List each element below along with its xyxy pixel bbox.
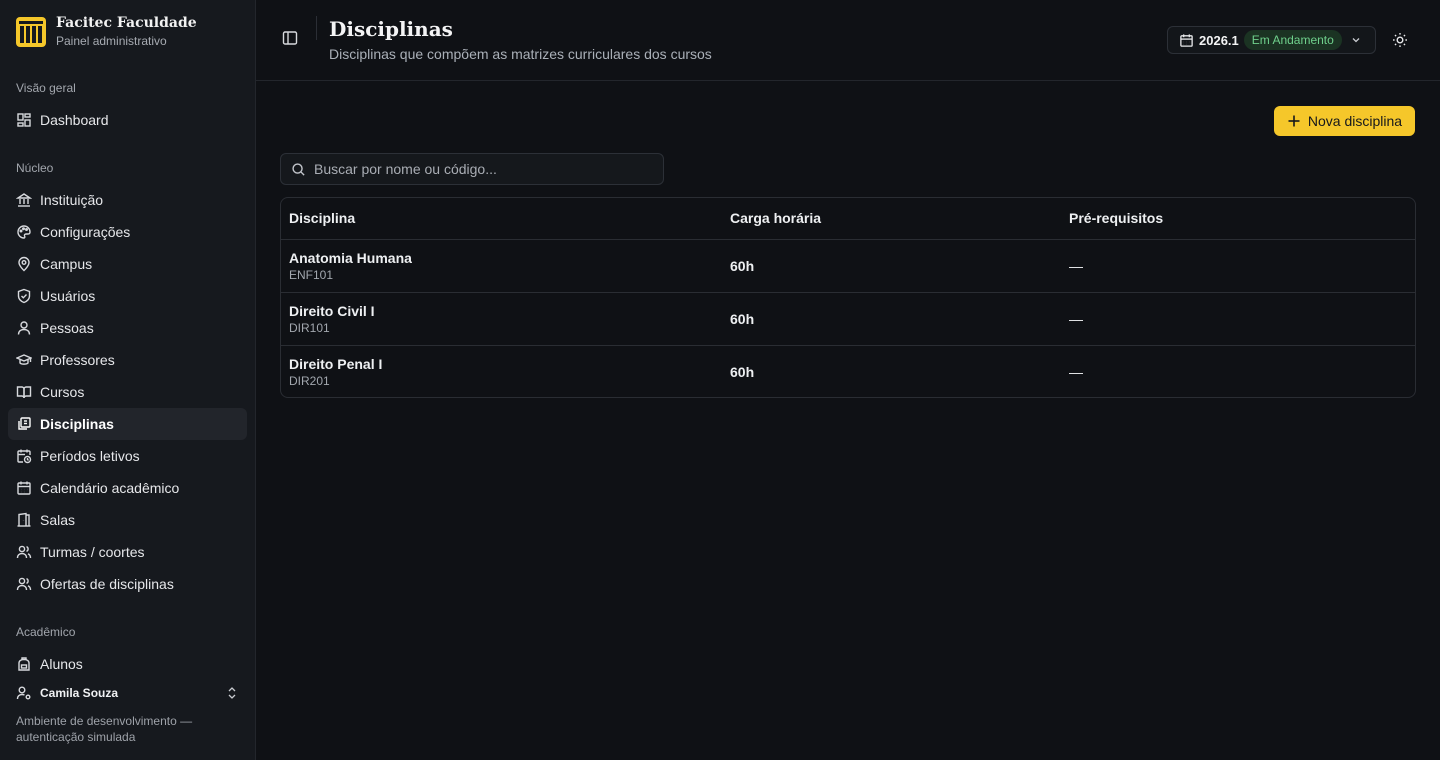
map-pin-icon bbox=[18, 256, 30, 272]
sidebar-item-professores[interactable]: Professores bbox=[8, 344, 247, 376]
sidebar-item-usuarios[interactable]: Usuários bbox=[8, 280, 247, 312]
sidebar-item-label: Períodos letivos bbox=[40, 448, 140, 464]
sidebar-item-label: Dashboard bbox=[40, 112, 109, 128]
column-header-discipline[interactable]: Disciplina bbox=[281, 198, 722, 240]
discipline-name: Anatomia Humana bbox=[289, 249, 412, 266]
sidebar-item-label: Alunos bbox=[40, 656, 83, 672]
sidebar-item-configuracoes[interactable]: Configurações bbox=[8, 216, 247, 248]
sidebar-item-calendario[interactable]: Calendário acadêmico bbox=[8, 472, 247, 504]
calendar-clock-icon bbox=[17, 449, 32, 464]
search-box bbox=[280, 153, 664, 185]
nav-section-academic: Acadêmico bbox=[16, 625, 76, 639]
topbar: Disciplinas Disciplinas que compõem as m… bbox=[256, 0, 1440, 81]
column-header-prerequisites[interactable]: Pré-requisitos bbox=[1061, 198, 1415, 240]
panel-left-icon bbox=[282, 31, 298, 45]
sun-icon bbox=[1393, 33, 1407, 47]
discipline-prerequisites: — bbox=[1061, 239, 1415, 293]
user-name: Camila Souza bbox=[40, 686, 119, 700]
sidebar-item-alunos[interactable]: Alunos bbox=[8, 648, 247, 680]
shield-icon bbox=[17, 288, 31, 304]
chevron-down-icon bbox=[1352, 38, 1360, 43]
landmark-icon bbox=[16, 193, 32, 207]
sidebar-item-cursos[interactable]: Cursos bbox=[8, 376, 247, 408]
discipline-name: Direito Civil I bbox=[289, 302, 375, 319]
sidebar-item-label: Pessoas bbox=[40, 320, 94, 336]
brand[interactable]: Facitec Faculdade Painel administrativo bbox=[0, 0, 255, 64]
chevrons-up-down-icon bbox=[228, 687, 236, 699]
sidebar-item-label: Instituição bbox=[40, 192, 104, 208]
library-icon bbox=[18, 417, 31, 430]
search-icon bbox=[292, 162, 305, 176]
dashboard-icon bbox=[17, 113, 31, 127]
period-year: 2026.1 bbox=[1199, 32, 1239, 48]
environment-note: Ambiente de desenvolvimento — autenticaç… bbox=[16, 714, 193, 744]
calendar-icon bbox=[1180, 33, 1193, 47]
sidebar-item-instituicao[interactable]: Instituição bbox=[8, 184, 247, 216]
topbar-divider bbox=[316, 16, 317, 40]
period-status-badge: Em Andamento bbox=[1243, 30, 1342, 50]
disciplines-table: Disciplina Carga horária Pré-requisitos … bbox=[280, 197, 1416, 398]
discipline-hours: 60h bbox=[722, 239, 1061, 293]
table-row[interactable]: Direito Civil I DIR101 60h — bbox=[281, 292, 1415, 346]
nav-section-core: Núcleo bbox=[16, 161, 54, 175]
discipline-code: ENF101 bbox=[289, 267, 334, 282]
sidebar-item-label: Professores bbox=[40, 352, 115, 368]
sidebar-item-label: Disciplinas bbox=[40, 416, 114, 432]
sidebar-item-turmas[interactable]: Turmas / coortes bbox=[8, 536, 247, 568]
sidebar-item-label: Usuários bbox=[40, 288, 96, 304]
discipline-code: DIR101 bbox=[289, 320, 330, 335]
graduation-cap-icon bbox=[16, 354, 32, 365]
user-icon bbox=[17, 321, 31, 335]
plus-icon bbox=[1288, 115, 1300, 127]
users-icon bbox=[16, 577, 32, 591]
page-title: Disciplinas bbox=[329, 17, 453, 41]
search-input[interactable] bbox=[314, 161, 654, 177]
new-discipline-label: Nova disciplina bbox=[1307, 113, 1403, 129]
sidebar-item-label: Turmas / coortes bbox=[40, 544, 145, 560]
sidebar-item-label: Salas bbox=[40, 512, 76, 528]
page-subtitle: Disciplinas que compõem as matrizes curr… bbox=[329, 46, 712, 62]
sidebar-item-periodos-letivos[interactable]: Períodos letivos bbox=[8, 440, 247, 472]
table-header-row: Disciplina Carga horária Pré-requisitos bbox=[281, 198, 1415, 240]
backpack-icon bbox=[18, 657, 30, 671]
sidebar-item-label: Configurações bbox=[40, 224, 131, 240]
facitec-logo-icon bbox=[16, 17, 46, 47]
sidebar-item-dashboard[interactable]: Dashboard bbox=[8, 104, 247, 136]
discipline-hours: 60h bbox=[722, 292, 1061, 346]
sidebar-item-disciplinas[interactable]: Disciplinas bbox=[8, 408, 247, 440]
book-open-icon bbox=[16, 386, 32, 399]
period-selector[interactable]: 2026.1 Em Andamento bbox=[1167, 26, 1376, 54]
sidebar-item-label: Cursos bbox=[40, 384, 85, 400]
column-header-hours[interactable]: Carga horária bbox=[722, 198, 1061, 240]
sidebar-item-salas[interactable]: Salas bbox=[8, 504, 247, 536]
discipline-name: Direito Penal I bbox=[289, 355, 383, 372]
door-icon bbox=[17, 512, 31, 527]
user-cog-icon bbox=[16, 686, 31, 700]
user-menu[interactable]: Camila Souza bbox=[8, 681, 247, 705]
brand-subtitle: Painel administrativo bbox=[56, 33, 167, 48]
calendar-icon bbox=[17, 481, 31, 495]
sidebar-item-label: Ofertas de disciplinas bbox=[40, 576, 174, 592]
app-root: Facitec Faculdade Painel administrativo … bbox=[0, 0, 1440, 760]
new-discipline-button[interactable]: Nova disciplina bbox=[1274, 106, 1415, 136]
brand-name: Facitec Faculdade bbox=[56, 14, 197, 31]
discipline-hours: 60h bbox=[730, 363, 755, 380]
sidebar: Facitec Faculdade Painel administrativo … bbox=[0, 0, 256, 760]
sidebar-item-label: Campus bbox=[40, 256, 93, 272]
table-row[interactable]: Direito Penal I DIR201 60h — bbox=[281, 345, 1415, 397]
main-content: Disciplinas Disciplinas que compõem as m… bbox=[256, 0, 1440, 760]
table-row[interactable]: Anatomia Humana ENF101 60h — bbox=[281, 239, 1415, 293]
nav-section-overview: Visão geral bbox=[16, 81, 76, 95]
discipline-code: DIR201 bbox=[289, 373, 330, 388]
sidebar-item-campus[interactable]: Campus bbox=[8, 248, 247, 280]
sidebar-item-pessoas[interactable]: Pessoas bbox=[8, 312, 247, 344]
sidebar-item-ofertas[interactable]: Ofertas de disciplinas bbox=[8, 568, 247, 600]
palette-icon bbox=[17, 225, 31, 239]
discipline-prerequisites: — bbox=[1069, 363, 1083, 380]
sidebar-toggle-button[interactable] bbox=[280, 28, 300, 48]
users-icon bbox=[16, 545, 32, 559]
sidebar-item-label: Calendário acadêmico bbox=[40, 480, 180, 496]
discipline-prerequisites: — bbox=[1061, 292, 1415, 346]
theme-toggle-button[interactable] bbox=[1390, 30, 1410, 50]
